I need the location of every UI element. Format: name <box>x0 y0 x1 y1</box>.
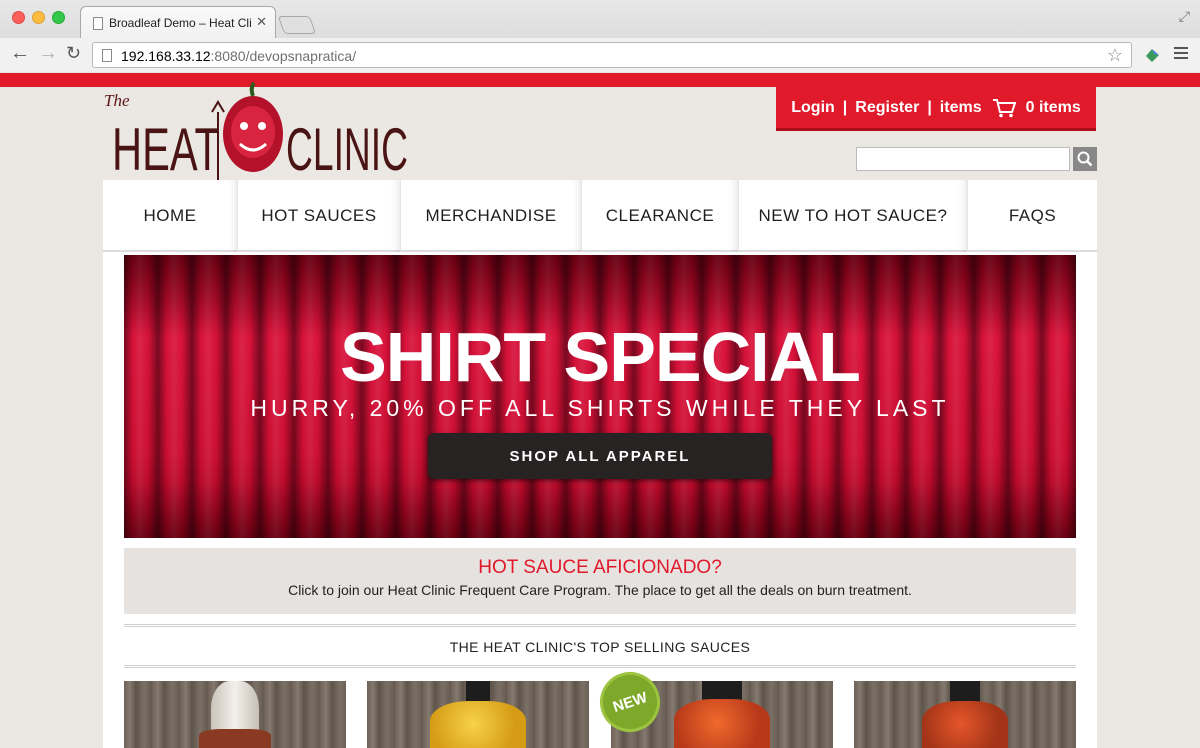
product-image <box>430 701 526 748</box>
cart-count[interactable]: 0 items <box>1026 99 1081 117</box>
svg-text:The: The <box>104 91 130 110</box>
extension-icon[interactable] <box>1144 47 1160 63</box>
top-selling-heading: THE HEAT CLINIC'S TOP SELLING SAUCES <box>124 624 1076 668</box>
url-text: 192.168.33.12:8080/devopsnapratica/ <box>121 48 357 64</box>
bookmark-star-icon[interactable]: ☆ <box>1107 45 1123 66</box>
promo-banner[interactable]: SHIRT SPECIAL HURRY, 20% OFF ALL SHIRTS … <box>124 255 1076 538</box>
search-icon <box>1077 151 1093 167</box>
heat-clinic-logo[interactable]: The HEAT CLINIC <box>104 82 414 187</box>
product-card[interactable] <box>367 681 589 748</box>
items-link[interactable]: items <box>940 99 982 117</box>
maximize-window-button[interactable] <box>52 11 65 24</box>
product-image <box>922 701 1008 748</box>
account-bar: Login | Register | items 0 items <box>776 87 1096 131</box>
reload-icon[interactable]: ↻ <box>66 43 81 64</box>
shopping-cart-icon[interactable] <box>992 98 1016 118</box>
close-window-button[interactable] <box>12 11 25 24</box>
banner-subtitle: HURRY, 20% OFF ALL SHIRTS WHILE THEY LAS… <box>250 395 950 421</box>
nav-item-new-to-hot-sauce[interactable]: NEW TO HOT SAUCE? <box>739 180 968 252</box>
shop-all-apparel-button[interactable]: SHOP ALL APPAREL <box>428 433 772 479</box>
page-icon <box>102 49 112 62</box>
product-card[interactable] <box>854 681 1076 748</box>
register-link[interactable]: Register <box>855 99 919 117</box>
back-arrow-icon[interactable]: ← <box>10 42 30 65</box>
new-tab-button[interactable] <box>277 16 317 34</box>
address-bar[interactable]: 192.168.33.12:8080/devopsnapratica/ ☆ <box>92 42 1132 68</box>
product-image <box>674 699 770 748</box>
document-icon <box>93 17 103 30</box>
forward-arrow-icon[interactable]: → <box>38 42 58 65</box>
nav-item-merchandise[interactable]: MERCHANDISE <box>401 180 582 252</box>
nav-item-hot-sauces[interactable]: HOT SAUCES <box>238 180 401 252</box>
browser-chrome: Broadleaf Demo – Heat Cli ✕ ⤢ ← → ↻ 192.… <box>0 0 1200 72</box>
svg-text:HEAT: HEAT <box>112 116 220 183</box>
fullscreen-icon[interactable]: ⤢ <box>1179 8 1190 25</box>
promo-title: HOT SAUCE AFICIONADO? <box>478 557 722 578</box>
main-content: HOME HOT SAUCES MERCHANDISE CLEARANCE NE… <box>103 180 1097 748</box>
browser-toolbar: ← → ↻ 192.168.33.12:8080/devopsnapratica… <box>0 38 1200 72</box>
promo-text: Click to join our Heat Clinic Frequent C… <box>288 582 912 598</box>
tab-title: Broadleaf Demo – Heat Cli <box>109 16 252 30</box>
product-card[interactable] <box>124 681 346 748</box>
search-input[interactable] <box>856 147 1070 171</box>
search-button[interactable] <box>1073 147 1097 171</box>
login-link[interactable]: Login <box>791 99 835 117</box>
nav-item-clearance[interactable]: CLEARANCE <box>582 180 739 252</box>
product-grid <box>124 681 1076 748</box>
browser-tab[interactable]: Broadleaf Demo – Heat Cli ✕ <box>80 6 276 38</box>
browser-menu-icon[interactable] <box>1174 47 1188 62</box>
minimize-window-button[interactable] <box>32 11 45 24</box>
svg-text:CLINIC: CLINIC <box>286 116 408 183</box>
close-tab-icon[interactable]: ✕ <box>256 14 267 30</box>
main-nav: HOME HOT SAUCES MERCHANDISE CLEARANCE NE… <box>103 180 1097 252</box>
separator: | <box>927 98 932 116</box>
banner-title: SHIRT SPECIAL <box>340 318 861 396</box>
separator: | <box>842 98 848 116</box>
aficionado-promo[interactable]: HOT SAUCE AFICIONADO? Click to join our … <box>124 548 1076 614</box>
nav-item-faqs[interactable]: FAQS <box>968 180 1097 252</box>
nav-item-home[interactable]: HOME <box>103 180 238 252</box>
